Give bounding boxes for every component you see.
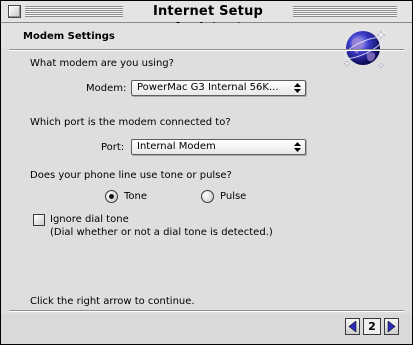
pulse-label[interactable]: Pulse <box>220 191 246 202</box>
footer-divider <box>9 310 404 312</box>
title-bar-stripes-right <box>293 6 397 17</box>
modem-popup[interactable]: PowerMac G3 Internal 56K... <box>131 80 306 96</box>
setup-assistant-window: Internet Setup Assistant Modem Settings … <box>0 0 413 345</box>
close-box[interactable] <box>8 5 21 18</box>
header-divider <box>9 49 404 51</box>
modem-popup-value: PowerMac G3 Internal 56K... <box>137 82 279 93</box>
ignore-dial-tone-checkbox[interactable] <box>33 214 45 226</box>
forward-arrow-button[interactable] <box>384 318 399 335</box>
popup-arrows-icon <box>294 142 301 152</box>
port-popup-value: Internal Modem <box>137 141 216 152</box>
port-question: Which port is the modem connected to? <box>30 117 231 128</box>
back-arrow-button[interactable] <box>345 318 360 335</box>
modem-label: Modem: <box>86 83 127 94</box>
footer-instruction: Click the right arrow to continue. <box>30 296 195 307</box>
left-arrow-icon <box>348 321 357 332</box>
panel-title: Modem Settings <box>23 31 115 42</box>
ignore-dial-tone-label[interactable]: Ignore dial tone <box>50 214 129 225</box>
ignore-dial-tone-description: (Dial whether or not a dial tone is dete… <box>50 227 273 238</box>
title-bar[interactable]: Internet Setup Assistant <box>1 1 412 36</box>
port-label: Port: <box>101 142 125 153</box>
title-bar-stripes-left <box>25 6 123 17</box>
popup-arrows-icon <box>294 83 301 93</box>
port-popup[interactable]: Internal Modem <box>131 139 306 155</box>
tone-label[interactable]: Tone <box>124 191 147 202</box>
dial-question: Does your phone line use tone or pulse? <box>30 170 232 181</box>
right-arrow-icon <box>387 321 396 332</box>
modem-question: What modem are you using? <box>30 58 174 69</box>
page-number: 2 <box>363 318 381 335</box>
pulse-radio[interactable] <box>201 190 214 203</box>
tone-radio[interactable] <box>105 190 118 203</box>
